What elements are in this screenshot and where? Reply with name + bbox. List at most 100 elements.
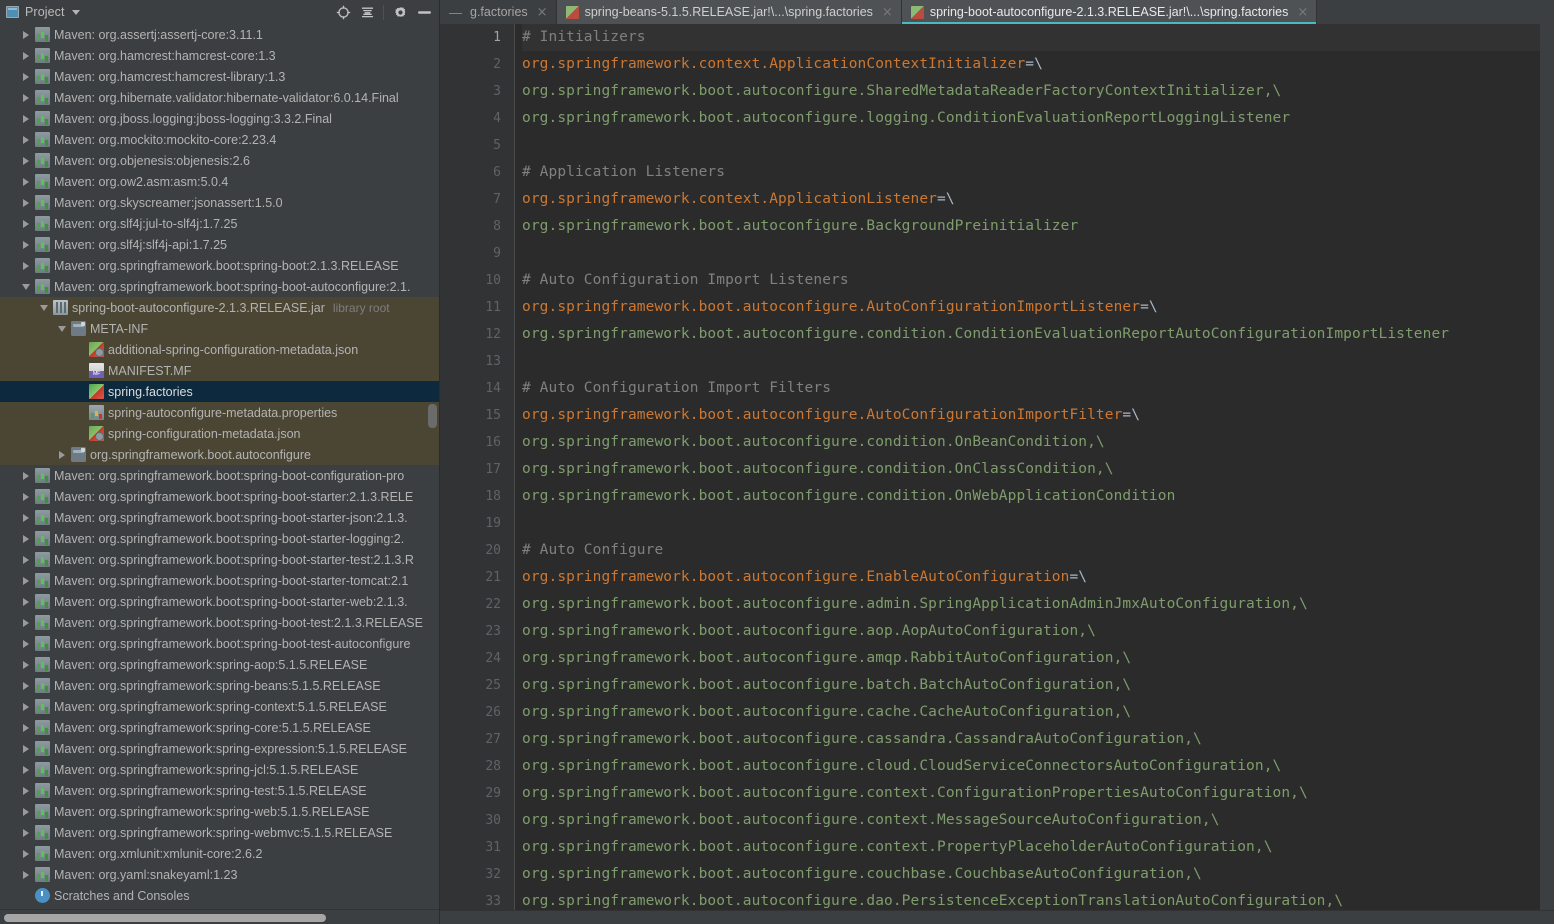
- code-line[interactable]: org.springframework.boot.autoconfigure.c…: [522, 429, 1554, 456]
- tree-row[interactable]: Maven: org.springframework.boot:spring-b…: [0, 612, 439, 633]
- line-number[interactable]: 29: [440, 780, 515, 807]
- expand-arrow-icon[interactable]: [18, 534, 34, 543]
- code-line[interactable]: org.springframework.boot.autoconfigure.c…: [522, 726, 1554, 753]
- tree-row[interactable]: Maven: org.springframework.boot:spring-b…: [0, 507, 439, 528]
- code-line[interactable]: org.springframework.context.ApplicationL…: [522, 186, 1554, 213]
- tree-row[interactable]: org.springframework.boot.autoconfigure: [0, 444, 439, 465]
- code-line[interactable]: # Initializers: [522, 24, 1554, 51]
- line-number[interactable]: 14: [440, 375, 515, 402]
- line-number[interactable]: 27: [440, 726, 515, 753]
- tree-row[interactable]: Maven: org.xmlunit:xmlunit-core:2.6.2: [0, 843, 439, 864]
- expand-arrow-icon[interactable]: [18, 471, 34, 480]
- tree-row[interactable]: Maven: org.springframework:spring-test:5…: [0, 780, 439, 801]
- editor-tab[interactable]: spring-beans-5.1.5.RELEASE.jar!\...\spri…: [556, 0, 902, 24]
- code-line[interactable]: org.springframework.boot.autoconfigure.S…: [522, 78, 1554, 105]
- tree-row[interactable]: MANIFEST.MF: [0, 360, 439, 381]
- tree-row[interactable]: Maven: org.springframework:spring-webmvc…: [0, 822, 439, 843]
- expand-arrow-icon[interactable]: [18, 198, 34, 207]
- expand-arrow-icon[interactable]: [18, 618, 34, 627]
- tree-row[interactable]: spring-boot-autoconfigure-2.1.3.RELEASE.…: [0, 297, 439, 318]
- line-number[interactable]: 25: [440, 672, 515, 699]
- expand-arrow-icon[interactable]: [54, 450, 70, 459]
- collapse-arrow-icon[interactable]: [36, 304, 52, 311]
- expand-arrow-icon[interactable]: [18, 870, 34, 879]
- hide-tool-window-icon[interactable]: [413, 1, 435, 23]
- line-number[interactable]: 8: [440, 213, 515, 240]
- line-number[interactable]: 10: [440, 267, 515, 294]
- line-number[interactable]: 21: [440, 564, 515, 591]
- code-line[interactable]: [522, 348, 1554, 375]
- project-tool-window-title[interactable]: Project: [6, 5, 80, 19]
- expand-arrow-icon[interactable]: [18, 135, 34, 144]
- expand-arrow-icon[interactable]: [18, 240, 34, 249]
- tree-row[interactable]: Maven: org.springframework:spring-beans:…: [0, 675, 439, 696]
- expand-arrow-icon[interactable]: [18, 597, 34, 606]
- code-line[interactable]: org.springframework.boot.autoconfigure.c…: [522, 753, 1554, 780]
- code-line[interactable]: org.springframework.boot.autoconfigure.c…: [522, 807, 1554, 834]
- scrollbar-thumb[interactable]: [4, 914, 326, 922]
- line-number[interactable]: 18: [440, 483, 515, 510]
- tree-row[interactable]: Maven: org.hamcrest:hamcrest-library:1.3: [0, 66, 439, 87]
- line-number[interactable]: 32: [440, 861, 515, 888]
- code-line[interactable]: org.springframework.boot.autoconfigure.A…: [522, 294, 1554, 321]
- code-line[interactable]: org.springframework.boot.autoconfigure.E…: [522, 564, 1554, 591]
- editor-scroll-strip[interactable]: [1540, 24, 1554, 924]
- tree-row[interactable]: Maven: org.springframework:spring-aop:5.…: [0, 654, 439, 675]
- code-line[interactable]: org.springframework.boot.autoconfigure.B…: [522, 213, 1554, 240]
- tree-row[interactable]: Maven: org.springframework.boot:spring-b…: [0, 549, 439, 570]
- tree-row[interactable]: Scratches and Consoles: [0, 885, 439, 906]
- tree-row[interactable]: Maven: org.springframework.boot:spring-b…: [0, 486, 439, 507]
- code-line[interactable]: org.springframework.boot.autoconfigure.c…: [522, 321, 1554, 348]
- collapse-all-icon[interactable]: [356, 1, 378, 23]
- tree-row[interactable]: Maven: org.springframework:spring-core:5…: [0, 717, 439, 738]
- tree-row[interactable]: Maven: org.slf4j:slf4j-api:1.7.25: [0, 234, 439, 255]
- line-number[interactable]: 16: [440, 429, 515, 456]
- code-area[interactable]: # Initializers org.springframework.contex…: [515, 24, 1554, 924]
- expand-arrow-icon[interactable]: [18, 51, 34, 60]
- line-number[interactable]: 17: [440, 456, 515, 483]
- tree-row[interactable]: Maven: org.springframework.boot:spring-b…: [0, 255, 439, 276]
- expand-arrow-icon[interactable]: [18, 576, 34, 585]
- code-line[interactable]: [522, 240, 1554, 267]
- tree-row[interactable]: Maven: org.jboss.logging:jboss-logging:3…: [0, 108, 439, 129]
- code-line[interactable]: org.springframework.boot.autoconfigure.c…: [522, 834, 1554, 861]
- tree-row[interactable]: Maven: org.skyscreamer:jsonassert:1.5.0: [0, 192, 439, 213]
- line-number[interactable]: 22: [440, 591, 515, 618]
- code-line[interactable]: org.springframework.boot.autoconfigure.c…: [522, 699, 1554, 726]
- line-number[interactable]: 6: [440, 159, 515, 186]
- code-line[interactable]: # Application Listeners: [522, 159, 1554, 186]
- line-number[interactable]: 13: [440, 348, 515, 375]
- line-number[interactable]: 20: [440, 537, 515, 564]
- expand-arrow-icon[interactable]: [18, 660, 34, 669]
- line-number[interactable]: 1: [440, 24, 515, 51]
- expand-arrow-icon[interactable]: [18, 744, 34, 753]
- code-line[interactable]: org.springframework.boot.autoconfigure.a…: [522, 618, 1554, 645]
- settings-gear-icon[interactable]: [389, 1, 411, 23]
- line-number[interactable]: 15: [440, 402, 515, 429]
- expand-arrow-icon[interactable]: [18, 639, 34, 648]
- code-line[interactable]: org.springframework.boot.autoconfigure.a…: [522, 591, 1554, 618]
- line-number[interactable]: 9: [440, 240, 515, 267]
- tree-row[interactable]: Maven: org.springframework.boot:spring-b…: [0, 276, 439, 297]
- chevron-down-icon[interactable]: [71, 9, 80, 15]
- tree-row[interactable]: Maven: org.hibernate.validator:hibernate…: [0, 87, 439, 108]
- line-number[interactable]: 23: [440, 618, 515, 645]
- code-line[interactable]: org.springframework.boot.autoconfigure.c…: [522, 483, 1554, 510]
- tree-row[interactable]: Maven: org.springframework:spring-contex…: [0, 696, 439, 717]
- tree-row[interactable]: additional-spring-configuration-metadata…: [0, 339, 439, 360]
- collapse-arrow-icon[interactable]: [54, 325, 70, 332]
- expand-arrow-icon[interactable]: [18, 555, 34, 564]
- expand-arrow-icon[interactable]: [18, 681, 34, 690]
- code-line[interactable]: [522, 510, 1554, 537]
- code-line[interactable]: # Auto Configuration Import Filters: [522, 375, 1554, 402]
- line-number[interactable]: 7: [440, 186, 515, 213]
- tree-row[interactable]: Maven: org.objenesis:objenesis:2.6: [0, 150, 439, 171]
- code-line[interactable]: org.springframework.boot.autoconfigure.c…: [522, 780, 1554, 807]
- expand-arrow-icon[interactable]: [18, 261, 34, 270]
- expand-arrow-icon[interactable]: [18, 702, 34, 711]
- line-number[interactable]: 11: [440, 294, 515, 321]
- editor-tab[interactable]: — g.factories ×: [440, 0, 557, 24]
- close-icon[interactable]: ×: [537, 6, 548, 19]
- tree-row[interactable]: Maven: org.springframework.boot:spring-b…: [0, 633, 439, 654]
- locate-icon[interactable]: [332, 1, 354, 23]
